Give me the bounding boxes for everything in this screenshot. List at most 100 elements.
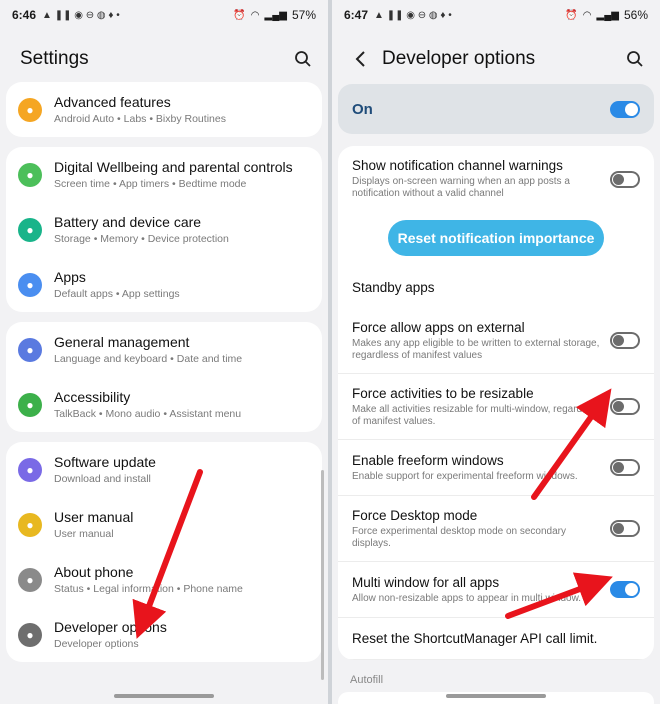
dev-option-force-activities-to-be-resizable[interactable]: Force activities to be resizable Make all… — [338, 374, 654, 440]
reset-notification-importance-button[interactable]: Reset notification importance — [388, 220, 604, 256]
dev-option-reset-the-shortcutmanager-api-call-limit[interactable]: Reset the ShortcutManager API call limit… — [338, 618, 654, 660]
developer-options-screen: 6:47 ▲ ❚❚ ◉ ⊖ ◍ ♦ • ⏰ ◠ ▂▄▆ 56% Develope… — [332, 0, 660, 704]
settings-item-digital-wellbeing-and-parental-controls[interactable]: ● Digital Wellbeing and parental controls… — [6, 147, 322, 202]
status-time: 6:47 — [344, 8, 369, 22]
settings-item-text: General management Language and keyboard … — [54, 334, 310, 365]
wellbeing-icon: ● — [18, 162, 42, 187]
notification-icons: ▲ ❚❚ ◉ ⊖ ◍ ♦ • — [42, 9, 120, 21]
home-indicator[interactable] — [446, 694, 546, 698]
settings-group-card: ● Digital Wellbeing and parental controls… — [6, 147, 322, 312]
info-icon: ● — [18, 567, 42, 592]
signal-icon: ▂▄▆ — [596, 9, 619, 21]
status-time: 6:46 — [12, 8, 37, 22]
battery-care-icon: ● — [18, 217, 42, 242]
dev-option-label: Force Desktop mode — [352, 507, 478, 523]
dev-option-toggle[interactable] — [610, 459, 640, 476]
dev-option-toggle[interactable] — [610, 170, 640, 188]
braces-icon: ● — [18, 622, 42, 647]
settings-item-advanced-features[interactable]: ● Advanced features Android Auto • Labs • … — [6, 82, 322, 137]
settings-item-subtitle: Developer options — [54, 638, 139, 650]
dev-option-description: Make all activities resizable for multi-… — [352, 403, 600, 427]
dev-option-label: Force activities to be resizable — [352, 385, 534, 401]
settings-item-label: General management — [54, 334, 190, 350]
dev-option-text: Standby apps — [352, 280, 640, 295]
dev-option-toggle[interactable] — [610, 398, 640, 415]
dev-option-label: Force allow apps on external — [352, 319, 525, 335]
dev-option-text: Force Desktop mode Force experimental des… — [352, 508, 610, 550]
dev-option-toggle[interactable] — [610, 520, 640, 537]
settings-item-subtitle: Status • Legal information • Phone name — [54, 583, 243, 595]
master-toggle-label: On — [352, 100, 373, 118]
apps-icon: ● — [18, 272, 42, 297]
wifi-icon: ◠ — [582, 9, 592, 21]
section-header-autofill: Autofill — [350, 674, 384, 686]
dev-option-toggle[interactable] — [610, 332, 640, 349]
dev-option-description: Force experimental desktop mode on secon… — [352, 525, 567, 549]
developer-header: Developer options — [332, 30, 660, 88]
dev-option-text: Force allow apps on external Makes any ap… — [352, 320, 610, 362]
settings-item-user-manual[interactable]: ● User manual User manual — [6, 497, 322, 552]
signal-icon: ▂▄▆ — [264, 9, 287, 21]
search-icon[interactable] — [294, 50, 312, 68]
settings-item-subtitle: Storage • Memory • Device protection — [54, 233, 229, 245]
dev-option-description: Enable support for experimental freeform… — [352, 470, 578, 482]
status-bar: 6:46 ▲ ❚❚ ◉ ⊖ ◍ ♦ • ⏰ ◠ ▂▄▆ 57% — [0, 0, 328, 30]
settings-header: Settings — [0, 30, 328, 88]
settings-item-subtitle: Screen time • App timers • Bedtime mode — [54, 178, 247, 190]
back-arrow-icon[interactable] — [352, 50, 370, 68]
settings-item-subtitle: TalkBack • Mono audio • Assistant menu — [54, 408, 242, 420]
settings-item-label: Accessibility — [54, 389, 131, 405]
settings-item-subtitle: Default apps • App settings — [54, 288, 180, 300]
dev-option-show-notification-channel-warnings[interactable]: Show notification channel warnings Displa… — [338, 146, 654, 212]
dev-option-description: Displays on-screen warning when an app p… — [352, 176, 570, 199]
settings-screen: 6:46 ▲ ❚❚ ◉ ⊖ ◍ ♦ • ⏰ ◠ ▂▄▆ 57% Settings… — [0, 0, 328, 704]
dev-option-enable-freeform-windows[interactable]: Enable freeform windows Enable support fo… — [338, 440, 654, 496]
dev-option-description: Allow non-resizable apps to appear in mu… — [352, 592, 582, 604]
dev-option-standby-apps[interactable]: Standby apps — [338, 266, 654, 308]
search-icon[interactable] — [626, 50, 644, 68]
settings-item-battery-and-device-care[interactable]: ● Battery and device care Storage • Memory… — [6, 202, 322, 257]
wifi-icon: ◠ — [250, 9, 260, 21]
dev-option-text: Enable freeform windows Enable support fo… — [352, 453, 610, 483]
notification-icons: ▲ ❚❚ ◉ ⊖ ◍ ♦ • — [374, 9, 452, 21]
settings-item-software-update[interactable]: ● Software update Download and install — [6, 442, 322, 497]
settings-item-about-phone[interactable]: ● About phone Status • Legal information •… — [6, 552, 322, 607]
dev-option-label: Multi window for all apps — [352, 574, 500, 590]
settings-item-text: Software update Download and install — [54, 454, 310, 485]
page-title: Settings — [20, 48, 89, 69]
settings-item-text: Digital Wellbeing and parental controls S… — [54, 159, 310, 190]
settings-item-label: Battery and device care — [54, 214, 202, 230]
dev-option-multi-window-for-all-apps[interactable]: Multi window for all apps Allow non-resiz… — [338, 562, 654, 618]
settings-item-label: Advanced features — [54, 94, 171, 110]
settings-item-text: Apps Default apps • App settings — [54, 269, 310, 300]
dev-option-text: Multi window for all apps Allow non-resiz… — [352, 575, 610, 605]
dev-option-force-allow-apps-on-external[interactable]: Force allow apps on external Makes any ap… — [338, 308, 654, 374]
system-icons: ⏰ ◠ ▂▄▆ 57% — [233, 8, 316, 22]
dev-option-toggle[interactable] — [610, 581, 640, 598]
settings-item-developer-options[interactable]: ● Developer options Developer options — [6, 607, 322, 662]
alarm-icon: ⏰ — [233, 9, 246, 21]
master-toggle-switch[interactable] — [610, 100, 640, 118]
home-indicator[interactable] — [114, 694, 214, 698]
dev-option-label: Enable freeform windows — [352, 452, 504, 468]
master-toggle-row[interactable]: On — [338, 84, 654, 134]
dev-option-label: Reset the ShortcutManager API call limit… — [352, 631, 598, 646]
developer-options-list: Show notification channel warnings Displa… — [338, 146, 654, 660]
settings-item-accessibility[interactable]: ● Accessibility TalkBack • Mono audio • As… — [6, 377, 322, 432]
dev-option-description: Makes any app eligible to be written to … — [352, 337, 600, 361]
sliders-icon: ● — [18, 337, 42, 362]
dev-option-label: Show notification channel warnings — [352, 158, 563, 173]
settings-item-text: User manual User manual — [54, 509, 310, 540]
settings-item-apps[interactable]: ● Apps Default apps • App settings — [6, 257, 322, 312]
settings-item-general-management[interactable]: ● General management Language and keyboard… — [6, 322, 322, 377]
settings-group-card: ● Software update Download and install ● Use… — [6, 442, 322, 662]
scrollbar[interactable] — [321, 470, 324, 680]
settings-item-label: User manual — [54, 509, 134, 525]
battery-percent: 56% — [623, 8, 648, 22]
manual-icon: ● — [18, 512, 42, 537]
settings-item-text: Accessibility TalkBack • Mono audio • Ass… — [54, 389, 310, 420]
system-icons: ⏰ ◠ ▂▄▆ 56% — [565, 8, 648, 22]
settings-item-label: Apps — [54, 269, 86, 285]
dev-option-force-desktop-mode[interactable]: Force Desktop mode Force experimental des… — [338, 496, 654, 562]
settings-item-text: About phone Status • Legal information • … — [54, 564, 310, 595]
